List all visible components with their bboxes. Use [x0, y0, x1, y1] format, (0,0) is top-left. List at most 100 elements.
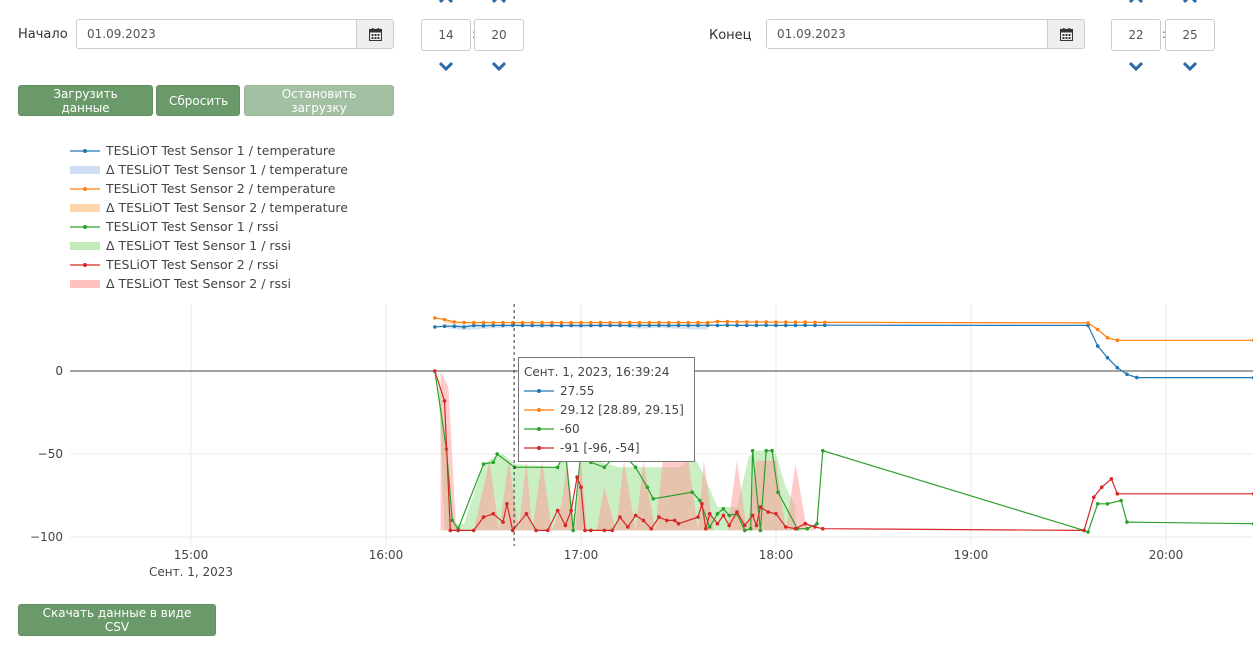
- data-point: [676, 320, 681, 325]
- data-point: [707, 512, 712, 516]
- data-point: [665, 518, 669, 523]
- tooltip-row: -60: [524, 419, 689, 438]
- data-point: [748, 526, 753, 531]
- legend-item[interactable]: TESLiOT Test Sensor 2 / rssi: [70, 255, 348, 274]
- data-point: [491, 320, 496, 325]
- data-point: [456, 528, 461, 533]
- legend-item[interactable]: TESLiOT Test Sensor 1 / temperature: [70, 141, 348, 160]
- x-tick-label: 17:00: [564, 548, 599, 562]
- data-point: [715, 512, 720, 516]
- data-point: [481, 462, 486, 466]
- data-point: [452, 320, 457, 324]
- data-point: [626, 525, 630, 529]
- data-point: [530, 320, 535, 325]
- chevron-up-icon: [492, 0, 506, 4]
- data-point: [803, 521, 807, 526]
- data-point: [559, 320, 564, 325]
- data-point: [1095, 327, 1100, 332]
- data-point: [1125, 520, 1129, 524]
- data-point: [727, 513, 731, 518]
- end-hour-increment[interactable]: [1111, 0, 1161, 8]
- legend-item[interactable]: TESLiOT Test Sensor 2 / temperature: [70, 179, 348, 198]
- data-point: [696, 320, 700, 325]
- start-minute-input[interactable]: [474, 19, 524, 51]
- data-point: [803, 320, 807, 324]
- data-point: [700, 502, 704, 506]
- data-point: [657, 320, 661, 325]
- data-point: [707, 525, 712, 529]
- data-point: [784, 323, 788, 328]
- data-point: [610, 528, 614, 533]
- legend-item[interactable]: Δ TESLiOT Test Sensor 2 / rssi: [70, 274, 348, 293]
- data-point: [750, 513, 755, 518]
- start-minute-decrement[interactable]: [474, 61, 524, 75]
- end-calendar-button[interactable]: [1047, 20, 1084, 48]
- data-point: [579, 485, 583, 489]
- data-point: [735, 320, 739, 324]
- tooltip-swatch: [524, 388, 554, 393]
- legend-item[interactable]: Δ TESLiOT Test Sensor 1 / rssi: [70, 236, 348, 255]
- data-point: [1125, 372, 1129, 377]
- legend-band-swatch: [70, 279, 100, 288]
- load-data-button[interactable]: Загрузить данные: [18, 85, 153, 116]
- x-tick-sublabel: Сент. 1, 2023: [149, 565, 233, 579]
- end-hour-input[interactable]: [1111, 19, 1161, 51]
- data-point: [550, 320, 554, 325]
- end-hour-decrement[interactable]: [1111, 61, 1161, 75]
- y-tick-label: −50: [38, 447, 63, 461]
- data-point: [563, 523, 568, 528]
- legend-item[interactable]: Δ TESLiOT Test Sensor 1 / temperature: [70, 160, 348, 179]
- data-point: [589, 320, 593, 325]
- data-point: [764, 320, 768, 324]
- start-calendar-button[interactable]: [356, 20, 393, 48]
- data-point: [766, 510, 770, 514]
- end-minute-input[interactable]: [1165, 19, 1215, 51]
- data-point: [657, 515, 661, 519]
- start-hour-increment[interactable]: [421, 0, 471, 8]
- end-date-input[interactable]: [767, 20, 1047, 48]
- chevron-up-icon: [1129, 0, 1143, 4]
- chevron-down-icon: [1129, 61, 1143, 71]
- legend-band-swatch: [70, 203, 100, 212]
- start-hour-decrement[interactable]: [421, 61, 471, 75]
- legend-label: Δ TESLiOT Test Sensor 2 / rssi: [106, 276, 292, 291]
- x-tick-label: 16:00: [369, 548, 404, 562]
- data-point: [758, 505, 763, 509]
- data-point: [510, 528, 515, 533]
- end-minute-increment[interactable]: [1165, 0, 1215, 8]
- data-point: [641, 518, 646, 523]
- data-point: [686, 320, 691, 325]
- legend-item[interactable]: Δ TESLiOT Test Sensor 2 / temperature: [70, 198, 348, 217]
- tooltip-swatch: [524, 426, 554, 431]
- data-point: [725, 323, 730, 327]
- data-point: [813, 525, 817, 529]
- start-label: Начало: [18, 27, 68, 42]
- data-point: [1105, 355, 1110, 360]
- data-point: [764, 323, 768, 327]
- data-point: [637, 320, 642, 325]
- data-point: [793, 323, 798, 328]
- data-point: [793, 320, 798, 324]
- data-point: [721, 513, 726, 518]
- start-date-input[interactable]: [77, 20, 356, 48]
- data-point: [1086, 321, 1090, 325]
- data-point: [1095, 502, 1100, 506]
- data-point: [608, 320, 612, 325]
- data-point: [448, 528, 453, 533]
- data-point: [649, 526, 653, 531]
- data-point: [715, 521, 720, 526]
- start-hour-input[interactable]: [421, 19, 471, 51]
- stop-loading-button: Остановить загрузку: [244, 85, 394, 116]
- data-point: [1105, 502, 1110, 506]
- download-csv-button[interactable]: Скачать данные в виде CSV: [18, 604, 216, 636]
- start-minute-increment[interactable]: [474, 0, 524, 8]
- reset-button[interactable]: Сбросить: [156, 85, 240, 116]
- data-point: [442, 324, 447, 328]
- data-point: [690, 490, 694, 494]
- data-point: [1109, 477, 1114, 481]
- end-minute-decrement[interactable]: [1165, 61, 1215, 75]
- legend-item[interactable]: TESLiOT Test Sensor 1 / rssi: [70, 217, 348, 236]
- data-point: [698, 498, 702, 503]
- data-point: [676, 521, 681, 526]
- chart-tooltip: Сент. 1, 2023, 16:39:24 27.55 29.12 [28.…: [518, 357, 695, 462]
